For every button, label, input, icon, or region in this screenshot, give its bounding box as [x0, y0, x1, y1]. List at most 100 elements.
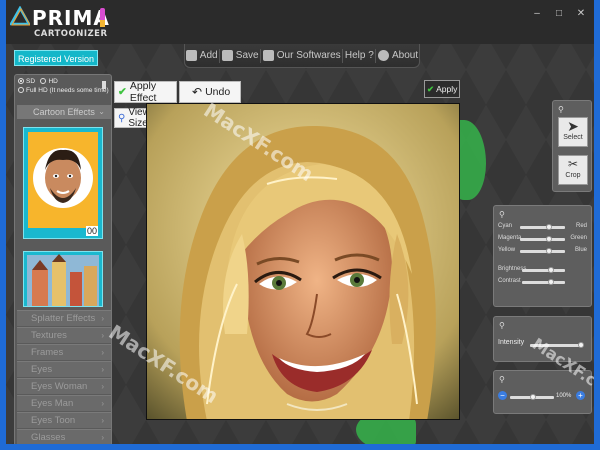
contrast-slider[interactable]: Contrast: [498, 277, 587, 287]
slider-track[interactable]: [520, 226, 565, 229]
slider-knob[interactable]: [546, 224, 552, 230]
logo-triangle-icon: [10, 6, 30, 26]
brush-icon: [100, 8, 105, 27]
select-label: Select: [563, 134, 583, 141]
menu-item-eyes-man[interactable]: Eyes Man ›: [17, 395, 111, 411]
cartoon-effects-label: Cartoon Effects: [33, 107, 95, 117]
add-button[interactable]: Add: [185, 50, 218, 61]
slider-knob[interactable]: [548, 267, 554, 273]
intensity-slider-knob[interactable]: [578, 342, 584, 348]
magenta-green-slider[interactable]: Magenta Green: [498, 234, 587, 244]
slider-knob[interactable]: [546, 236, 552, 242]
slider-left-label: Contrast: [498, 278, 521, 284]
chevron-right-icon: ›: [101, 399, 104, 408]
menu-item-eyes-toon[interactable]: Eyes Toon ›: [17, 412, 111, 428]
menu-item-label: Eyes Toon: [31, 415, 76, 426]
registered-version-badge[interactable]: Registered Version: [14, 50, 98, 66]
crop-label: Crop: [565, 172, 581, 179]
toolbar-divider: [260, 48, 262, 63]
apply-effect-button[interactable]: ✔ Apply Effect: [114, 80, 177, 104]
menu-item-label: Eyes: [31, 364, 53, 375]
pin-icon[interactable]: ⚲: [558, 105, 564, 114]
man-portrait-thumbnail: [28, 132, 98, 228]
menu-item-splatter-effects[interactable]: Splatter Effects ›: [17, 310, 111, 326]
pin-icon[interactable]: [102, 81, 106, 89]
crop-tool-button[interactable]: ✂ Crop: [558, 155, 588, 185]
cartoon-effects-header[interactable]: Cartoon Effects ⌄: [17, 105, 111, 119]
hd-label: HD: [48, 78, 58, 85]
minimize-button[interactable]: –: [532, 8, 542, 19]
help-button[interactable]: Help ?: [345, 50, 374, 61]
chevron-down-icon: ⌄: [98, 107, 105, 116]
pin-icon[interactable]: ⚲: [499, 321, 505, 330]
apply-button[interactable]: ✔ Apply: [424, 80, 460, 98]
info-icon: [377, 50, 389, 61]
select-tool-button[interactable]: ➤ Select: [558, 117, 588, 147]
zoom-value: 100%: [556, 393, 572, 399]
fullhd-radio[interactable]: [18, 87, 24, 94]
cursor-icon: ➤: [567, 118, 579, 134]
slider-right-label: Red: [575, 223, 587, 229]
chevron-right-icon: ›: [101, 314, 104, 323]
menu-item-label: Textures: [31, 330, 67, 341]
undo-label: Undo: [205, 86, 231, 98]
zoom-panel: ⚲ − 100% +: [493, 370, 592, 414]
slider-left-label: Yellow: [498, 247, 516, 253]
camera-icon: [185, 50, 197, 61]
crop-icon: ✂: [567, 157, 579, 171]
save-label: Save: [235, 50, 259, 61]
effect-thumbnail[interactable]: 00: [23, 127, 103, 239]
slider-track[interactable]: [522, 281, 565, 284]
tools-panel: ⚲ ➤ Select ✂ Crop: [552, 100, 592, 192]
chevron-right-icon: ›: [101, 416, 104, 425]
save-button[interactable]: Save: [221, 50, 259, 61]
menu-item-eyes[interactable]: Eyes ›: [17, 361, 111, 377]
undo-button[interactable]: ↶ Undo: [179, 81, 241, 103]
cyan-red-slider[interactable]: Cyan Red: [498, 222, 587, 232]
maximize-button[interactable]: □: [554, 8, 564, 19]
slider-track[interactable]: [522, 269, 565, 272]
our-softwares-button[interactable]: Our Softwares: [262, 50, 341, 61]
menu-item-label: Frames: [31, 347, 64, 358]
cartoon-woman-portrait: [147, 104, 459, 419]
intensity-slider-track[interactable]: [530, 344, 582, 347]
zoom-in-icon[interactable]: +: [576, 391, 585, 400]
menu-item-label: Eyes Man: [31, 398, 74, 409]
about-button[interactable]: About: [377, 50, 419, 61]
top-toolbar: Add Save Our Softwares Help ? About: [184, 44, 420, 68]
help-label: Help ?: [344, 50, 374, 61]
close-button[interactable]: ✕: [576, 8, 586, 19]
menu-item-frames[interactable]: Frames ›: [17, 344, 111, 360]
checkmark-icon: ✔: [427, 83, 435, 94]
brightness-slider[interactable]: Brightness: [498, 265, 587, 275]
menu-item-eyes-woman[interactable]: Eyes Woman ›: [17, 378, 111, 394]
app-logo: PRIMA CARTOONIZER: [10, 4, 110, 42]
yellow-blue-slider[interactable]: Yellow Blue: [498, 246, 587, 256]
our-softwares-label: Our Softwares: [276, 50, 341, 61]
floppy-icon: [221, 50, 233, 61]
menu-item-label: Glasses: [31, 432, 66, 443]
main-canvas-image[interactable]: [146, 103, 460, 420]
chevron-right-icon: ›: [101, 331, 104, 340]
resolution-options: SD HD Full HD (It needs some time): [17, 77, 109, 101]
slider-left-label: Cyan: [498, 223, 513, 229]
effect-thumbnail[interactable]: [23, 251, 103, 307]
zoom-slider-knob[interactable]: [530, 394, 536, 400]
slider-knob[interactable]: [546, 248, 552, 254]
hd-radio[interactable]: [40, 78, 47, 85]
menu-item-glasses[interactable]: Glasses ›: [17, 429, 111, 444]
sd-label: SD: [26, 78, 36, 85]
pin-icon[interactable]: ⚲: [499, 210, 505, 219]
add-label: Add: [199, 50, 218, 61]
slider-right-label: Blue: [574, 247, 587, 253]
about-label: About: [391, 50, 419, 61]
menu-item-textures[interactable]: Textures ›: [17, 327, 111, 343]
slider-knob[interactable]: [548, 279, 554, 285]
slider-track[interactable]: [520, 250, 565, 253]
pin-icon[interactable]: ⚲: [499, 375, 505, 384]
slider-track[interactable]: [520, 238, 565, 241]
zoom-out-icon[interactable]: −: [498, 391, 507, 400]
town-thumbnail: [27, 254, 99, 306]
sd-radio[interactable]: [18, 78, 24, 85]
slider-right-label: Green: [570, 235, 587, 241]
